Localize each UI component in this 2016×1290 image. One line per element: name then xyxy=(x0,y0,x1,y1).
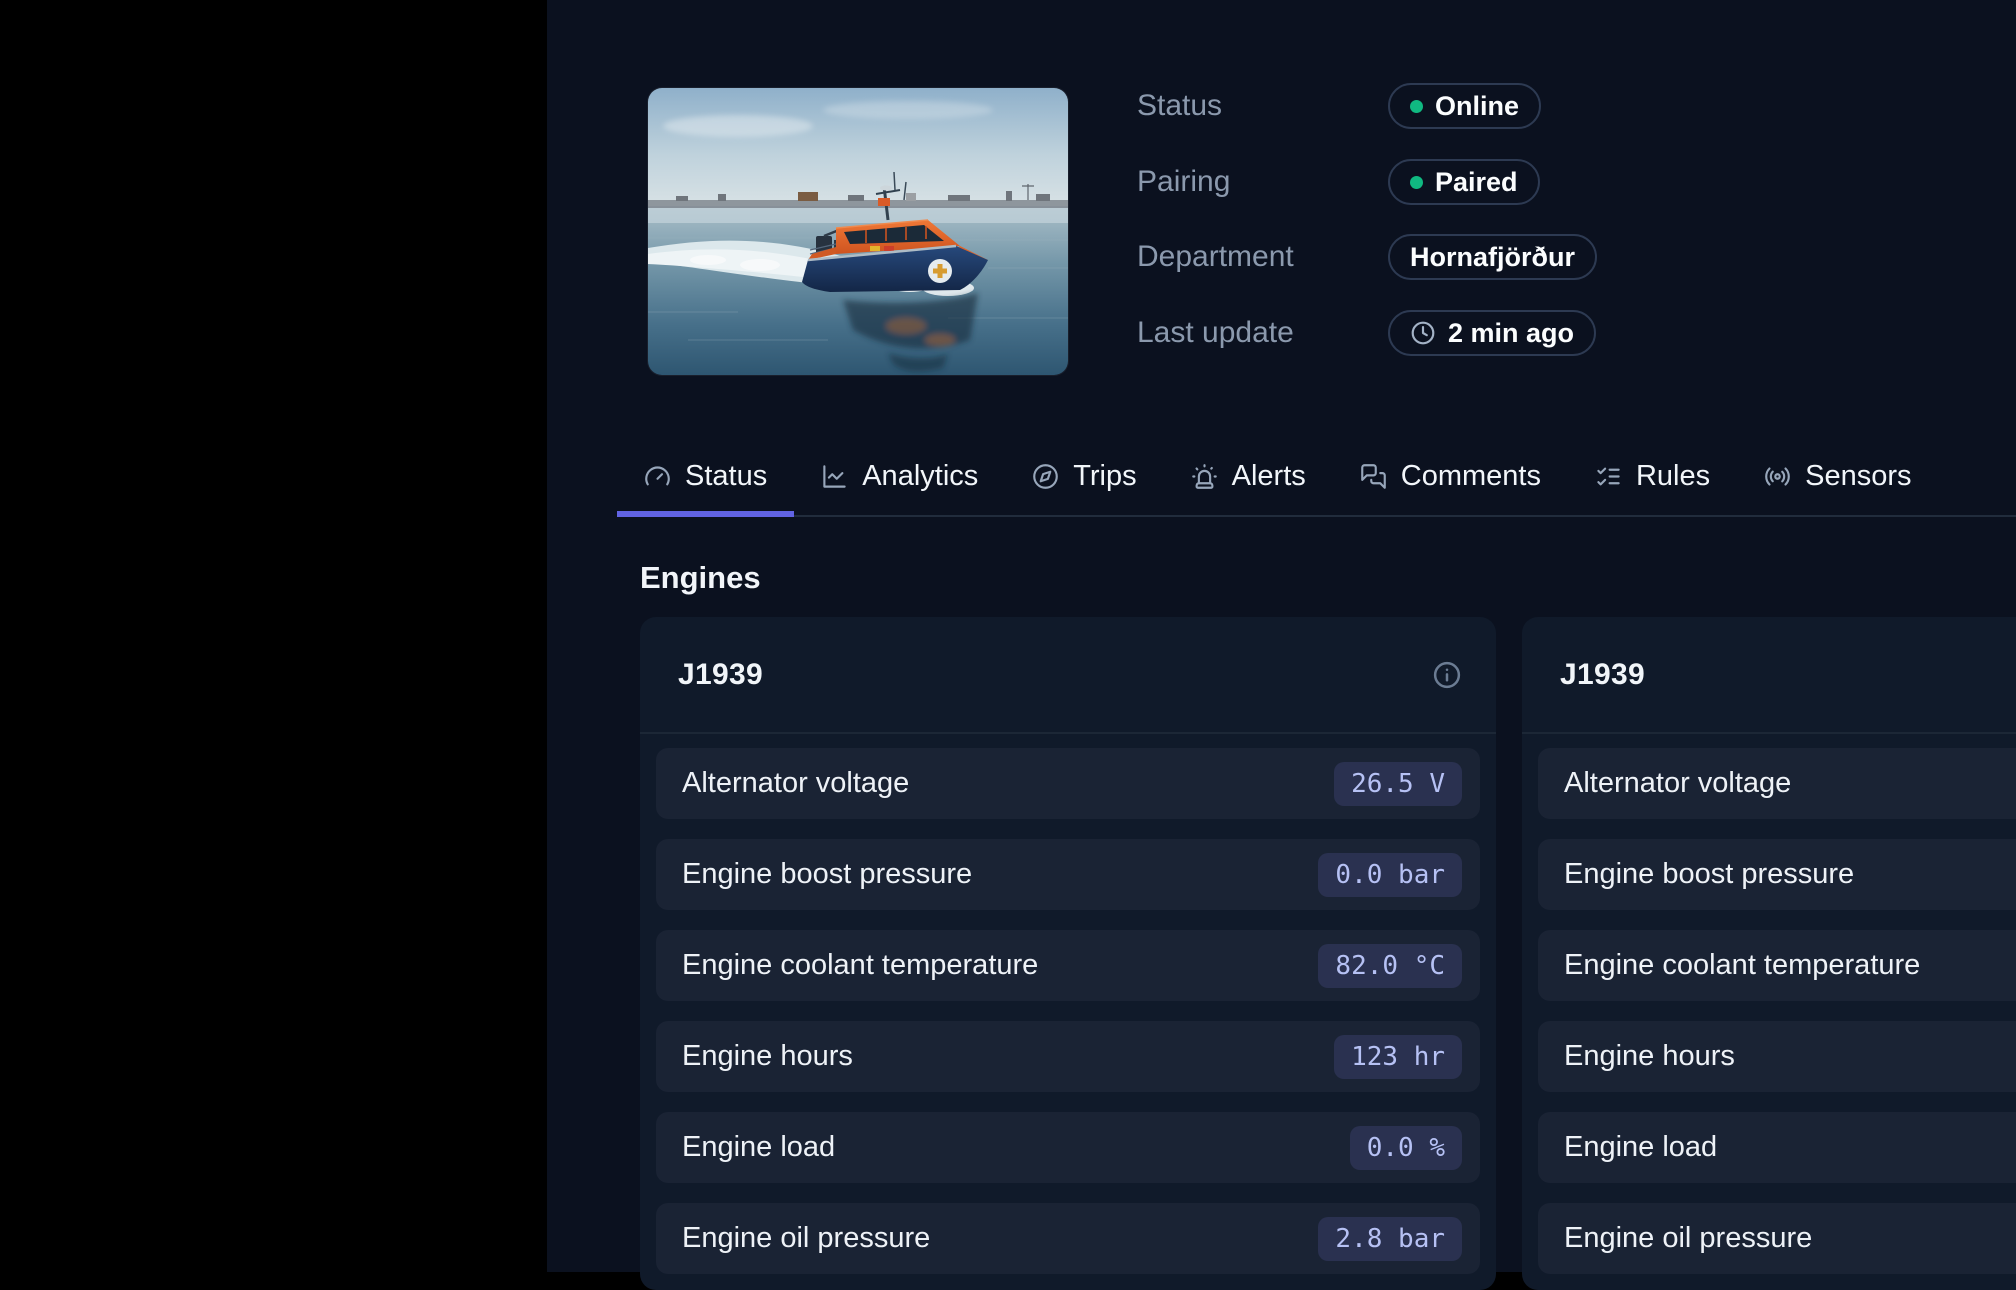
sensor-row: Engine oil pressure 2.8 bar xyxy=(656,1203,1480,1274)
line-chart-icon xyxy=(821,463,848,490)
sensor-row: Engine coolant temperature xyxy=(1538,930,2016,1001)
badge-text: Hornafjörður xyxy=(1410,242,1575,273)
info-icon[interactable] xyxy=(1432,660,1462,690)
sensor-label: Engine oil pressure xyxy=(682,1222,930,1255)
meta-row-department: Department Hornafjörður xyxy=(1137,234,1597,280)
tab-label: Trips xyxy=(1073,460,1136,493)
tab-comments[interactable]: Comments xyxy=(1333,437,1568,515)
checklist-icon xyxy=(1595,463,1622,490)
meta-label: Pairing xyxy=(1137,165,1388,199)
sensor-value: 26.5 V xyxy=(1334,762,1462,806)
sensor-rows: Alternator voltage Engine boost pressure… xyxy=(1522,734,2016,1290)
sensor-row: Engine hours 123 hr xyxy=(656,1021,1480,1092)
sensor-value: 82.0 °C xyxy=(1318,944,1462,988)
sensor-value: 0.0 bar xyxy=(1318,853,1462,897)
paired-dot-icon xyxy=(1410,176,1423,189)
sensor-label: Engine oil pressure xyxy=(1564,1222,1812,1255)
card-header: J1939 xyxy=(640,617,1496,734)
badge-text: 2 min ago xyxy=(1448,318,1574,349)
status-badge: Online xyxy=(1388,83,1541,129)
engine-card-2: J1939 Alternator voltage Engine boost pr… xyxy=(1522,617,2016,1290)
vessel-photo xyxy=(648,88,1068,375)
left-gutter xyxy=(0,0,547,1272)
tab-label: Rules xyxy=(1636,460,1710,493)
sensor-label: Engine coolant temperature xyxy=(682,949,1038,982)
sensor-label: Engine load xyxy=(1564,1131,1717,1164)
online-dot-icon xyxy=(1410,100,1423,113)
section-title-engines: Engines xyxy=(640,560,761,596)
sensor-row: Engine coolant temperature 82.0 °C xyxy=(656,930,1480,1001)
tab-label: Sensors xyxy=(1805,460,1911,493)
engine-card-1: J1939 Alternator voltage 26.5 V Engine b… xyxy=(640,617,1496,1290)
sensor-row: Alternator voltage 26.5 V xyxy=(656,748,1480,819)
tab-label: Comments xyxy=(1401,460,1541,493)
clock-icon xyxy=(1410,320,1436,346)
tab-label: Alerts xyxy=(1232,460,1306,493)
sensor-label: Engine boost pressure xyxy=(1564,858,1854,891)
sensor-label: Engine load xyxy=(682,1131,835,1164)
tab-alerts[interactable]: Alerts xyxy=(1164,437,1333,515)
tab-sensors[interactable]: Sensors xyxy=(1737,437,1938,515)
sensor-label: Alternator voltage xyxy=(682,767,909,800)
sensor-value: 123 hr xyxy=(1334,1035,1462,1079)
sensor-label: Engine hours xyxy=(682,1040,853,1073)
badge-text: Paired xyxy=(1435,167,1518,198)
department-badge: Hornafjörður xyxy=(1388,234,1597,280)
siren-icon xyxy=(1191,463,1218,490)
meta-label: Last update xyxy=(1137,316,1388,350)
badge-text: Online xyxy=(1435,91,1519,122)
sensor-value: 2.8 bar xyxy=(1318,1217,1462,1261)
app-panel: Status Online Pairing Paired Department … xyxy=(547,0,2016,1272)
chat-icon xyxy=(1360,463,1387,490)
sensor-rows: Alternator voltage 26.5 V Engine boost p… xyxy=(640,734,1496,1290)
tab-bar: Status Analytics Trips Alerts Comments R… xyxy=(617,437,2016,517)
tab-analytics[interactable]: Analytics xyxy=(794,437,1005,515)
sensor-label: Engine boost pressure xyxy=(682,858,972,891)
meta-label: Status xyxy=(1137,89,1388,123)
tab-label: Status xyxy=(685,460,767,493)
sensor-row: Engine oil pressure xyxy=(1538,1203,2016,1274)
sensor-value: 0.0 % xyxy=(1350,1126,1462,1170)
tab-status[interactable]: Status xyxy=(617,437,794,515)
card-title: J1939 xyxy=(1560,658,1645,692)
sensor-row: Engine boost pressure 0.0 bar xyxy=(656,839,1480,910)
pairing-badge: Paired xyxy=(1388,159,1540,205)
sensor-row: Engine load 0.0 % xyxy=(656,1112,1480,1183)
sensor-row: Engine load xyxy=(1538,1112,2016,1183)
sensor-label: Engine coolant temperature xyxy=(1564,949,1920,982)
compass-icon xyxy=(1032,463,1059,490)
rescue-boat-illustration xyxy=(648,88,1068,375)
sensor-row: Alternator voltage xyxy=(1538,748,2016,819)
engine-cards: J1939 Alternator voltage 26.5 V Engine b… xyxy=(640,617,2016,1290)
tab-label: Analytics xyxy=(862,460,978,493)
last-update-badge: 2 min ago xyxy=(1388,310,1596,356)
card-title: J1939 xyxy=(678,658,763,692)
gauge-icon xyxy=(644,463,671,490)
radio-icon xyxy=(1764,463,1791,490)
card-header: J1939 xyxy=(1522,617,2016,734)
meta-row-pairing: Pairing Paired xyxy=(1137,159,1540,205)
sensor-label: Alternator voltage xyxy=(1564,767,1791,800)
sensor-row: Engine boost pressure xyxy=(1538,839,2016,910)
meta-row-status: Status Online xyxy=(1137,83,1541,129)
meta-label: Department xyxy=(1137,240,1388,274)
sensor-label: Engine hours xyxy=(1564,1040,1735,1073)
meta-row-last-update: Last update 2 min ago xyxy=(1137,310,1596,356)
tab-trips[interactable]: Trips xyxy=(1005,437,1163,515)
sensor-row: Engine hours xyxy=(1538,1021,2016,1092)
tab-rules[interactable]: Rules xyxy=(1568,437,1737,515)
